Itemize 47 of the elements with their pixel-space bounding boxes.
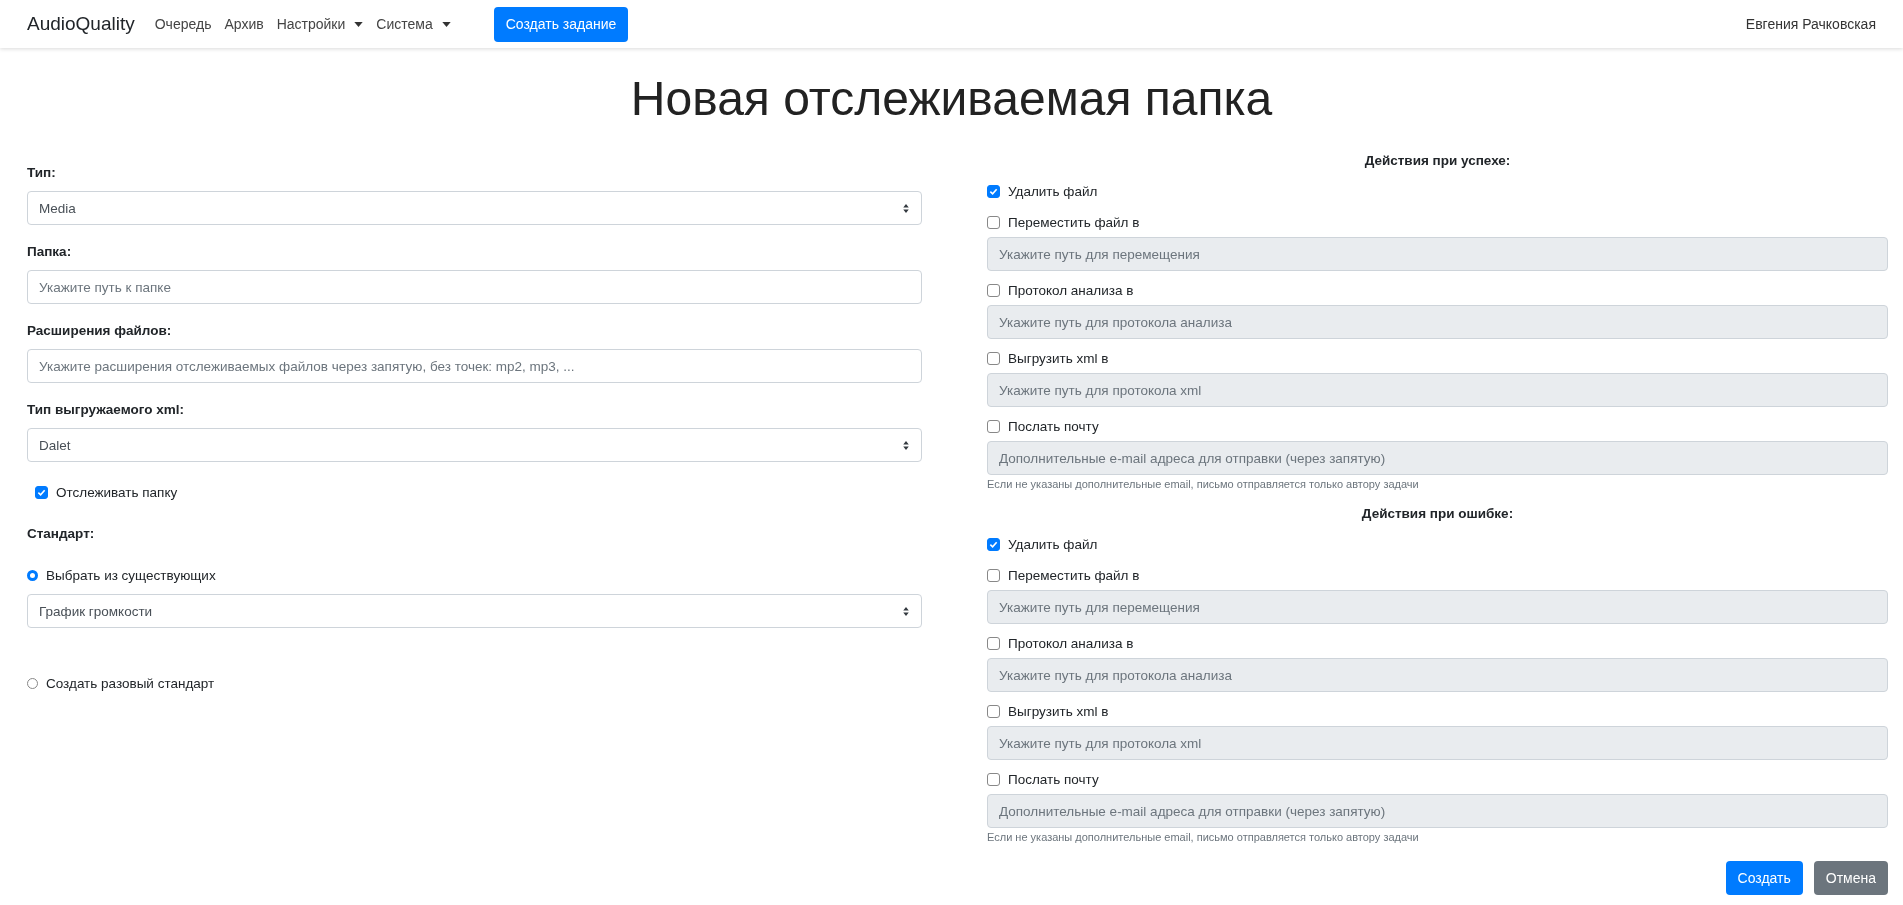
page-title: Новая отслеживаемая папка — [629, 71, 1274, 127]
field-label: Папка: — [27, 243, 73, 261]
checkbox-label: Послать почту — [1008, 771, 1099, 789]
radio-label: Создать разовый стандарт — [46, 675, 215, 693]
field-label: Расширения файлов: — [27, 322, 173, 340]
nav-link[interactable]: Настройки — [276, 16, 364, 32]
sort-icon — [902, 439, 910, 451]
checkbox[interactable] — [987, 538, 1000, 551]
checkbox[interactable] — [987, 185, 1000, 198]
field-label: Стандарт: — [27, 525, 96, 543]
field-label: Тип: — [27, 164, 57, 182]
help-text: Если не указаны дополнительные email, письмо отправляется только автору задачи — [987, 477, 1420, 491]
input-field[interactable]: Укажите путь к папке — [27, 270, 922, 304]
user-name[interactable]: Евгения Рачковская — [1745, 16, 1876, 32]
sort-icon — [902, 202, 910, 214]
checkbox-label: Выгрузить xml в — [1008, 703, 1109, 721]
checkbox-label: Протокол анализа в — [1008, 282, 1134, 300]
checkbox-label: Переместить файл в — [1008, 214, 1140, 232]
checkbox-label: Удалить файл — [1008, 536, 1098, 554]
checkbox-label: Выгрузить xml в — [1008, 350, 1109, 368]
nav-link[interactable]: Очередь — [154, 16, 212, 32]
nav-link[interactable]: Система — [376, 16, 451, 32]
brand-link[interactable]: AudioQuality — [27, 13, 135, 35]
nav-link[interactable]: Архив — [224, 16, 264, 32]
caret-icon — [441, 21, 451, 27]
radio-label: Выбрать из существующих — [46, 567, 216, 585]
select-field[interactable]: Dalet — [27, 428, 922, 462]
input-field[interactable]: Укажите расширения отслеживаемых файлов через запятую, без точек: mp2, mp3, ... — [27, 349, 922, 383]
form-button[interactable]: Отмена — [1813, 861, 1888, 895]
sort-icon — [902, 605, 910, 617]
form-button[interactable]: Создать — [1725, 861, 1803, 895]
radio-button[interactable] — [27, 570, 38, 581]
select-field[interactable]: Media — [27, 191, 922, 225]
checkbox-label: Удалить файл — [1008, 183, 1098, 201]
section-heading: Действия при успехе: — [1363, 152, 1512, 170]
radio-button[interactable] — [27, 678, 38, 689]
select-field[interactable]: График громкости — [27, 594, 922, 628]
create-task-button[interactable]: Создать задание — [493, 6, 629, 42]
checkbox-label: Послать почту — [1008, 418, 1099, 436]
help-text: Если не указаны дополнительные email, письмо отправляется только автору задачи — [987, 830, 1420, 844]
section-heading: Действия при ошибке: — [1360, 505, 1515, 523]
checkbox[interactable] — [35, 486, 48, 499]
checkbox-label: Переместить файл в — [1008, 567, 1140, 585]
checkbox-label: Протокол анализа в — [1008, 635, 1134, 653]
field-label: Тип выгружаемого xml: — [27, 401, 185, 419]
caret-icon — [354, 21, 364, 27]
checkbox-label: Отслеживать папку — [56, 484, 178, 502]
